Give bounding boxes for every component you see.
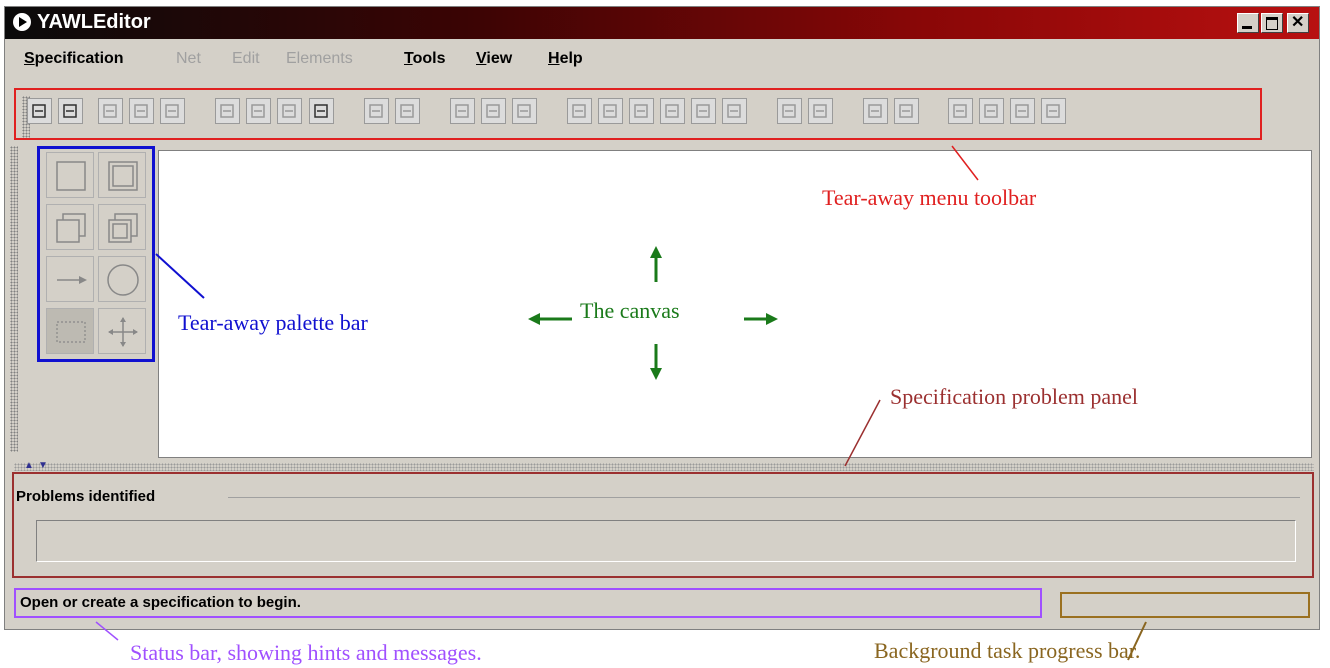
problems-callout-line bbox=[844, 399, 881, 467]
status-callout-line bbox=[95, 621, 119, 641]
canvas-direction-arrows bbox=[528, 246, 778, 380]
progress-callout-line bbox=[1127, 621, 1147, 661]
toolbar-callout-line bbox=[951, 145, 979, 181]
annotation-arrows bbox=[95, 145, 1147, 661]
palette-callout-line bbox=[155, 253, 205, 299]
